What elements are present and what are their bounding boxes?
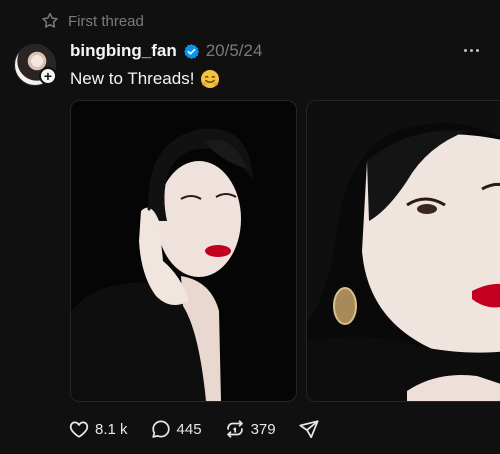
- reply-count: 445: [176, 420, 202, 438]
- more-options-icon[interactable]: [464, 45, 484, 55]
- post-actions: 8.1 k 445 379: [68, 416, 342, 442]
- reply-button[interactable]: 445: [150, 418, 202, 440]
- post-image-2[interactable]: [306, 100, 500, 402]
- post-text: New to Threads!: [70, 69, 195, 88]
- like-button[interactable]: 8.1 k: [68, 418, 128, 440]
- repost-count: 379: [250, 420, 276, 438]
- verified-badge-icon: [183, 43, 200, 60]
- send-icon: [298, 418, 320, 440]
- heart-icon: [68, 418, 90, 440]
- repost-icon: [224, 418, 246, 440]
- first-thread-label: First thread: [40, 10, 144, 32]
- like-count: 8.1 k: [95, 420, 128, 438]
- star-icon: [40, 11, 60, 31]
- hugging-face-emoji-icon: [200, 69, 220, 89]
- share-button[interactable]: [298, 418, 320, 440]
- post-image-1[interactable]: [70, 100, 297, 402]
- comment-icon: [150, 418, 172, 440]
- post-timestamp: 20/5/24: [205, 41, 263, 60]
- post-text-line: New to Threads!: [70, 67, 220, 91]
- repost-button[interactable]: 379: [224, 418, 276, 440]
- username[interactable]: bingbing_fan: [70, 41, 177, 61]
- follow-plus-icon[interactable]: +: [39, 67, 57, 85]
- post-header: bingbing_fan 20/5/24: [70, 39, 262, 63]
- first-thread-text: First thread: [68, 12, 144, 30]
